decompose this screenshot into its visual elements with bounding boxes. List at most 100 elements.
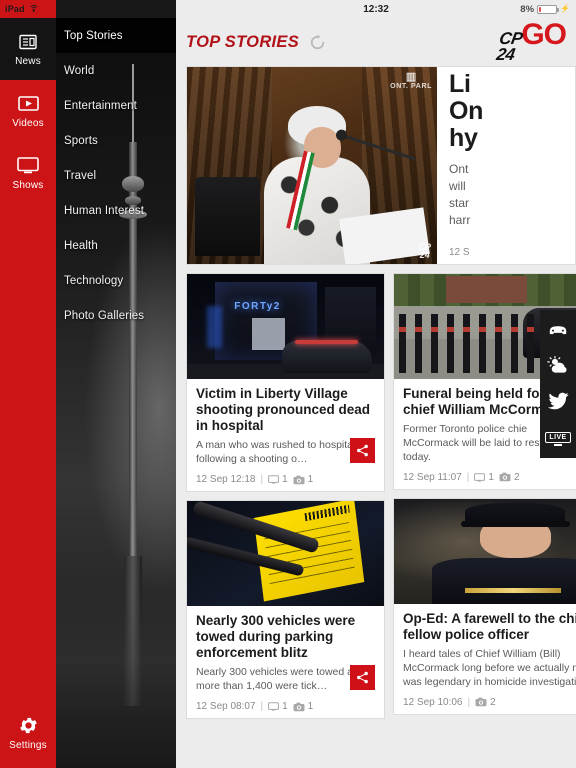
comment-count: 1 [268, 474, 288, 485]
rail-label-shows: Shows [12, 179, 44, 191]
live-tv-icon[interactable]: LIVE [545, 426, 571, 448]
photo-count-value: 2 [490, 696, 496, 708]
nav-item-world[interactable]: World [56, 53, 176, 88]
rail-item-news[interactable]: News [0, 18, 56, 80]
nav-item-sports[interactable]: Sports [56, 123, 176, 158]
refresh-icon[interactable] [309, 34, 326, 51]
tv-monitor-icon [16, 156, 40, 176]
right-floating-toolbar: LIVE [540, 310, 576, 458]
rail-label-settings: Settings [9, 739, 47, 751]
stories-scroll-area[interactable]: ▥ ONT. PARL CP 24 Li On hy Ont will star… [176, 66, 576, 768]
story-body: Op-Ed: A farewell to the chief f fellow … [394, 604, 576, 714]
story-timestamp: 12 Sep 10:06 [403, 696, 463, 708]
nav-label: Photo Galleries [64, 309, 145, 322]
battery-percent: 8% [520, 3, 535, 15]
featured-story-headline: Li On hy [449, 70, 484, 152]
nav-label: Human Interest [64, 204, 145, 217]
story-body: Victim in Liberty Village shooting prono… [187, 379, 384, 491]
status-bar-clock: 12:32 [363, 3, 389, 15]
comment-count-value: 1 [282, 474, 288, 486]
wifi-icon [28, 4, 39, 14]
gear-icon [16, 716, 40, 736]
live-tv-label: LIVE [545, 431, 571, 443]
meta-separator: | [260, 474, 264, 486]
nav-item-technology[interactable]: Technology [56, 263, 176, 298]
comment-count-value: 1 [282, 701, 288, 713]
liberty-village-night-police-photo: FORTy2 [187, 274, 384, 379]
main-content: TOP STORIES CP 24 GO ▥ ONT. PARL CP 24 L… [176, 18, 576, 768]
featured-story-meta: 12 S [449, 247, 565, 258]
story-headline: Op-Ed: A farewell to the chief f fellow … [403, 610, 576, 643]
photo-count-value: 1 [307, 701, 314, 713]
category-nav-list: Top Stories World Entertainment Sports T… [56, 18, 176, 333]
comment-icon [474, 473, 486, 482]
logo-24-text: 24 [494, 45, 516, 65]
story-timestamp: 12 Sep 12:18 [196, 474, 256, 486]
camera-icon [475, 698, 487, 707]
photo-count: 2 [499, 472, 520, 483]
meta-separator: | [260, 701, 264, 713]
story-body: Nearly 300 vehicles were towed during pa… [187, 606, 384, 718]
story-card[interactable]: FORTy2 Victim in Liberty Village shootin… [186, 273, 385, 493]
traffic-car-icon[interactable] [546, 318, 570, 340]
camera-icon [293, 475, 305, 484]
share-icon[interactable] [350, 438, 375, 464]
city-skyline-gradient [56, 588, 176, 768]
photo-count: 1 [293, 474, 314, 486]
rail-label-news: News [15, 55, 41, 67]
nav-item-entertainment[interactable]: Entertainment [56, 88, 176, 123]
share-icon[interactable] [350, 665, 375, 691]
status-bar-dark-segment [56, 0, 176, 18]
cp24go-logo[interactable]: CP 24 GO [494, 18, 576, 65]
nav-label: Travel [64, 169, 97, 182]
nav-item-top-stories[interactable]: Top Stories [56, 18, 176, 53]
story-headline: Nearly 300 vehicles were towed during pa… [196, 613, 356, 661]
comment-count-value: 1 [488, 471, 494, 483]
status-bar-left: iPad [0, 0, 56, 18]
ont-parl-watermark-text: ONT. PARL [390, 83, 432, 91]
story-meta: 12 Sep 10:06 | 2 [403, 697, 576, 708]
cp24-image-watermark: CP 24 [418, 242, 431, 259]
comment-count: 1 [474, 472, 494, 483]
comment-icon [268, 475, 280, 484]
nav-label: Health [64, 239, 98, 252]
video-play-icon [16, 94, 40, 114]
featured-story-body: Li On hy Ont will star harr 12 S [437, 67, 575, 264]
rail-item-settings[interactable]: Settings [0, 704, 56, 762]
camera-icon [293, 702, 305, 711]
device-label: iPad [5, 4, 25, 14]
logo-cp24: CP 24 [494, 29, 524, 65]
story-card[interactable]: Nearly 300 vehicles were towed during pa… [186, 500, 385, 720]
story-image [187, 501, 384, 607]
featured-story-card[interactable]: ▥ ONT. PARL CP 24 Li On hy Ont will star… [186, 66, 576, 265]
photo-count-value: 1 [307, 474, 314, 486]
twitter-icon[interactable] [546, 390, 570, 412]
parking-ticket-windshield-photo [187, 501, 384, 607]
story-summary: Nearly 300 vehicles were towed and more … [196, 666, 365, 693]
story-meta: 12 Sep 11:07 | 1 2 [403, 472, 576, 483]
page-title: TOP STORIES [186, 32, 300, 51]
photo-count-value: 2 [513, 471, 520, 483]
stories-column-left: FORTy2 Victim in Liberty Village shootin… [186, 273, 385, 720]
weather-icon[interactable] [546, 354, 570, 376]
nav-item-photo-galleries[interactable]: Photo Galleries [56, 298, 176, 333]
story-timestamp: 12 Sep 11:07 [403, 471, 462, 483]
story-image [394, 498, 576, 604]
comment-count: 1 [268, 701, 288, 712]
rail-item-videos[interactable]: Videos [0, 80, 56, 142]
stories-grid: FORTy2 Victim in Liberty Village shootin… [186, 273, 576, 720]
story-image: FORTy2 [187, 274, 384, 379]
nav-item-human-interest[interactable]: Human Interest [56, 193, 176, 228]
status-bar: iPad 12:32 8% ⚡ [0, 0, 576, 18]
photo-count: 1 [293, 701, 314, 713]
story-timestamp: 12 Sep 08:07 [196, 701, 256, 713]
nav-item-health[interactable]: Health [56, 228, 176, 263]
story-card[interactable]: Op-Ed: A farewell to the chief f fellow … [393, 497, 576, 715]
battery-area: 8% ⚡ [520, 4, 570, 15]
meta-separator: | [467, 696, 471, 708]
rail-item-shows[interactable]: Shows [0, 142, 56, 204]
logo-go-text: GO [521, 18, 567, 52]
nav-label: Technology [64, 274, 124, 287]
comment-icon [268, 702, 280, 711]
nav-item-travel[interactable]: Travel [56, 158, 176, 193]
